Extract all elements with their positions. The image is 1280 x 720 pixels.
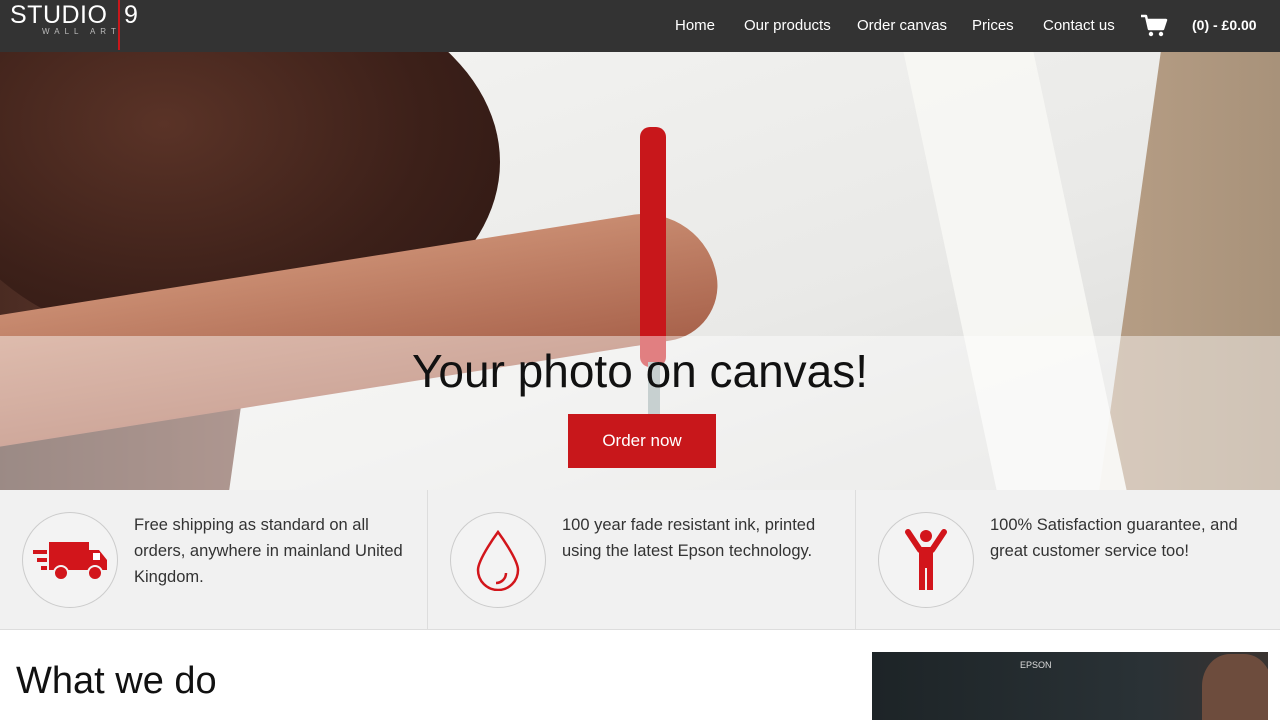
video-brand-label: EPSON [1020, 660, 1052, 670]
nav-item-our-products[interactable]: Our products [744, 17, 831, 34]
hero-title: Your photo on canvas! [411, 345, 869, 397]
order-now-button[interactable]: Order now [568, 414, 716, 468]
feature-guarantee: 100% Satisfaction guarantee, and great c… [856, 490, 1280, 630]
feature-ink: 100 year fade resistant ink, printed usi… [428, 490, 856, 630]
nav-item-order-canvas[interactable]: Order canvas [857, 17, 947, 34]
feature-icon-circle [878, 512, 974, 608]
logo-name: STUDIO [10, 1, 108, 29]
logo-divider [118, 0, 120, 50]
cart-icon[interactable] [1140, 14, 1168, 38]
nav-item-contact-us[interactable]: Contact us [1043, 17, 1115, 34]
cart-total[interactable]: (0) - £0.00 [1192, 17, 1257, 33]
top-nav: STUDIO 9 WALL ART Home Our products Orde… [0, 0, 1280, 52]
section-heading: What we do [16, 660, 217, 702]
person-cheering-icon [905, 529, 947, 590]
video-person [1202, 654, 1268, 720]
logo-number: 9 [124, 1, 138, 29]
site-logo[interactable]: STUDIO 9 WALL ART [8, 0, 148, 52]
truck-icon [33, 542, 107, 581]
feature-ink-text: 100 year fade resistant ink, printed usi… [562, 516, 816, 560]
hero-image-tool [640, 127, 666, 367]
feature-shipping: Free shipping as standard on all orders,… [0, 490, 428, 630]
video-thumbnail[interactable]: EPSON [872, 652, 1268, 720]
features-strip: Free shipping as standard on all orders,… [0, 490, 1280, 630]
nav-item-home[interactable]: Home [675, 17, 715, 34]
logo-tagline: WALL ART [42, 27, 121, 36]
feature-icon-circle [22, 512, 118, 608]
ink-drop-icon [476, 529, 520, 591]
hero-banner: Your photo on canvas! Order now [0, 52, 1280, 490]
feature-guarantee-text: 100% Satisfaction guarantee, and great c… [990, 516, 1238, 560]
feature-icon-circle [450, 512, 546, 608]
feature-shipping-text: Free shipping as standard on all orders,… [134, 516, 403, 586]
nav-item-prices[interactable]: Prices [972, 17, 1014, 34]
